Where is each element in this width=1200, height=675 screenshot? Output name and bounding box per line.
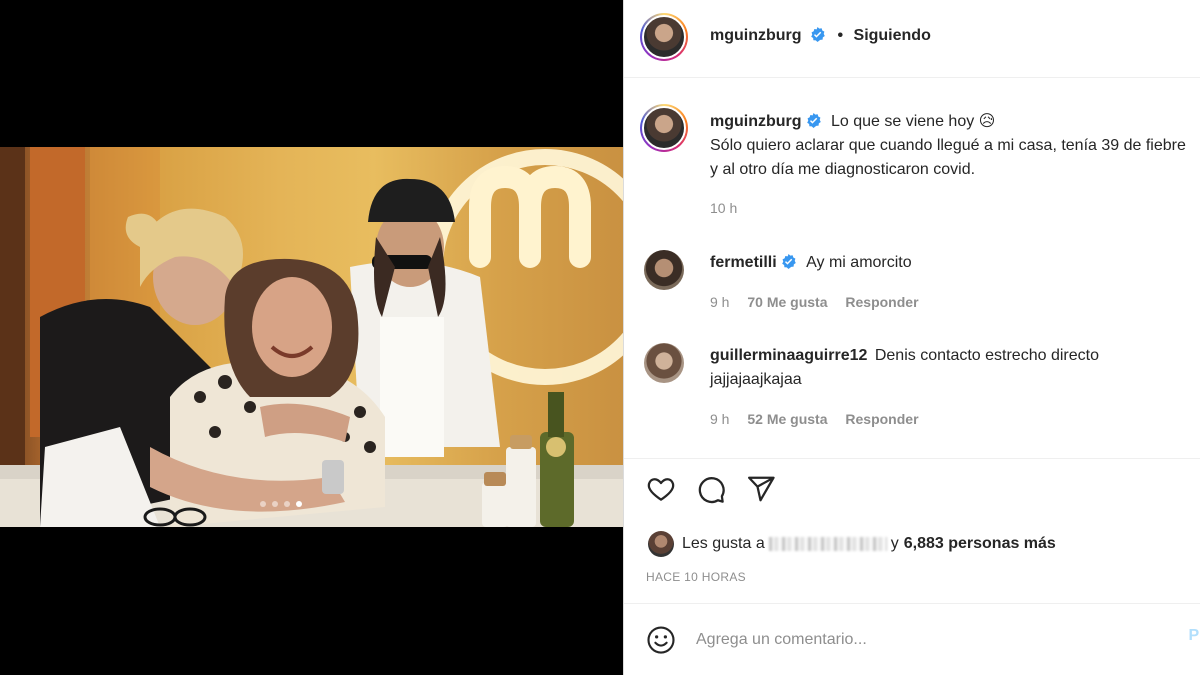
- comment-likes[interactable]: 70 Me gusta: [747, 294, 827, 310]
- comment-text: Ay mi amorcito: [806, 254, 912, 271]
- following-button[interactable]: Siguiendo: [854, 27, 931, 44]
- comment-likes[interactable]: 52 Me gusta: [747, 411, 827, 427]
- emoji-smile-icon[interactable]: [646, 625, 676, 655]
- author-username[interactable]: mguinzburg: [710, 27, 802, 44]
- caption-line-1: mguinzburg Lo que se viene hoy 😥: [710, 111, 995, 133]
- blurred-username: [768, 537, 887, 551]
- commenter-avatar[interactable]: [644, 343, 684, 383]
- likes-count[interactable]: 6,883 personas más: [904, 535, 1056, 553]
- post-header: mguinzburg • Siguiendo: [710, 27, 931, 45]
- caption-timestamp[interactable]: 10 h: [710, 200, 737, 216]
- reply-button[interactable]: Responder: [845, 411, 918, 427]
- paper-plane-icon[interactable]: [746, 474, 776, 504]
- carousel-dot[interactable]: [260, 501, 266, 507]
- carousel-indicator[interactable]: [260, 501, 302, 507]
- actions-divider: [624, 458, 1200, 459]
- header-divider: [624, 77, 1200, 78]
- comment: guillerminaaguirre12 Denis contacto estr…: [710, 345, 1099, 367]
- likes-suffix: y: [890, 535, 899, 552]
- post-actions: [646, 474, 776, 504]
- reply-button[interactable]: Responder: [845, 294, 918, 310]
- caption-text: Lo que se viene hoy 😥: [831, 113, 996, 130]
- heart-icon[interactable]: [646, 474, 676, 504]
- comment-username[interactable]: fermetilli: [710, 254, 777, 271]
- caption-line-3: y al otro día me diagnosticaron covid.: [710, 161, 976, 178]
- post-photo-illustration: [0, 147, 623, 527]
- caption-username[interactable]: mguinzburg: [710, 113, 802, 130]
- liker-avatar[interactable]: [648, 531, 674, 557]
- caption-author-avatar[interactable]: [640, 104, 688, 152]
- comment-text: Denis contacto estrecho directo: [874, 347, 1099, 364]
- comment: fermetilli Ay mi amorcito: [710, 252, 912, 274]
- carousel-dot[interactable]: [284, 501, 290, 507]
- post-time-ago[interactable]: HACE 10 HORAS: [646, 570, 746, 584]
- commenter-avatar[interactable]: [644, 250, 684, 290]
- comment-meta: 9 h 70 Me gusta Responder: [710, 294, 933, 310]
- comment-input[interactable]: [696, 631, 1156, 649]
- author-avatar[interactable]: [640, 13, 688, 61]
- comment-meta: 9 h 52 Me gusta Responder: [710, 411, 933, 427]
- likes-prefix: Les gusta a: [682, 535, 765, 552]
- add-comment-bar: Pu: [646, 625, 1200, 655]
- post-photo[interactable]: [0, 147, 623, 527]
- comment-bubble-icon[interactable]: [696, 474, 726, 504]
- post-media[interactable]: [0, 0, 623, 675]
- comment-time[interactable]: 9 h: [710, 294, 729, 310]
- comment-time[interactable]: 9 h: [710, 411, 729, 427]
- caption-line-2: Sólo quiero aclarar que cuando llegué a …: [710, 137, 1186, 154]
- verified-badge-icon: [806, 113, 821, 128]
- comment-text-line-2: jajjajaajkajaa: [710, 371, 802, 388]
- post-side-panel: mguinzburg • Siguiendo mguinzburg Lo que…: [623, 0, 1200, 675]
- verified-badge-icon: [781, 254, 796, 269]
- carousel-dot[interactable]: [272, 501, 278, 507]
- carousel-dot-active[interactable]: [296, 501, 302, 507]
- verified-badge-icon: [811, 27, 825, 42]
- header-separator: •: [837, 27, 844, 44]
- comment-username[interactable]: guillerminaaguirre12: [710, 347, 867, 364]
- comment-box-divider: [624, 603, 1200, 604]
- post-comment-button[interactable]: Pu: [1189, 627, 1200, 645]
- likes-summary[interactable]: Les gusta a y 6,883 personas más: [648, 531, 1056, 557]
